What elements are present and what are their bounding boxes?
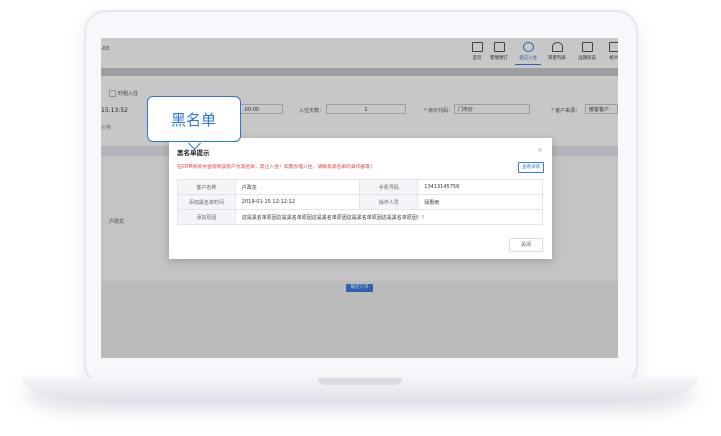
laptop-base-notch xyxy=(318,378,402,385)
customer-name-label: 客户名称 xyxy=(177,179,236,195)
customer-name-value: 户政龙 xyxy=(234,179,361,195)
blacklist-dialog: 黑名单提示 × 在CRM系统中查询到该客户为黑名单，禁止入住！如需办理入住，请联… xyxy=(169,138,552,259)
blacklist-info-table: 客户名称 户政龙 手机号码 13413145756 添加黑名单时间 2019-0… xyxy=(177,179,544,225)
reason-value: 这是黑名单原因这是黑名单原因这是黑名单原因这是黑名单原因这是黑名单原因！！ xyxy=(234,209,544,225)
table-row: 添加原因 这是黑名单原因这是黑名单原因这是黑名单原因这是黑名单原因这是黑名单原因… xyxy=(177,209,544,225)
close-icon[interactable]: × xyxy=(537,146,543,154)
phone-label: 手机号码 xyxy=(359,179,419,195)
close-button[interactable]: 关闭 xyxy=(509,238,543,252)
added-time-label: 添加黑名单时间 xyxy=(177,194,236,210)
callout-text: 黑名单 xyxy=(170,111,216,129)
operator-value: 邱惠雨 xyxy=(417,194,543,210)
blacklist-warning: 在CRM系统中查询到该客户为黑名单，禁止入住！如需办理入住，请联系黑名单的录作部… xyxy=(177,165,375,170)
phone-value: 13413145756 xyxy=(417,179,543,195)
blacklist-callout: 黑名单 xyxy=(147,96,241,142)
operator-label: 操作人员 xyxy=(359,194,419,210)
view-detail-button[interactable]: 查看详情 xyxy=(518,162,544,173)
table-row: 添加黑名单时间 2019-01-15 12:12:12 操作人员 邱惠雨 xyxy=(177,194,543,210)
added-time-value: 2019-01-15 12:12:12 xyxy=(234,194,361,210)
reason-label: 添加原因 xyxy=(177,209,236,225)
table-row: 客户名称 户政龙 手机号码 13413145756 xyxy=(177,179,543,195)
